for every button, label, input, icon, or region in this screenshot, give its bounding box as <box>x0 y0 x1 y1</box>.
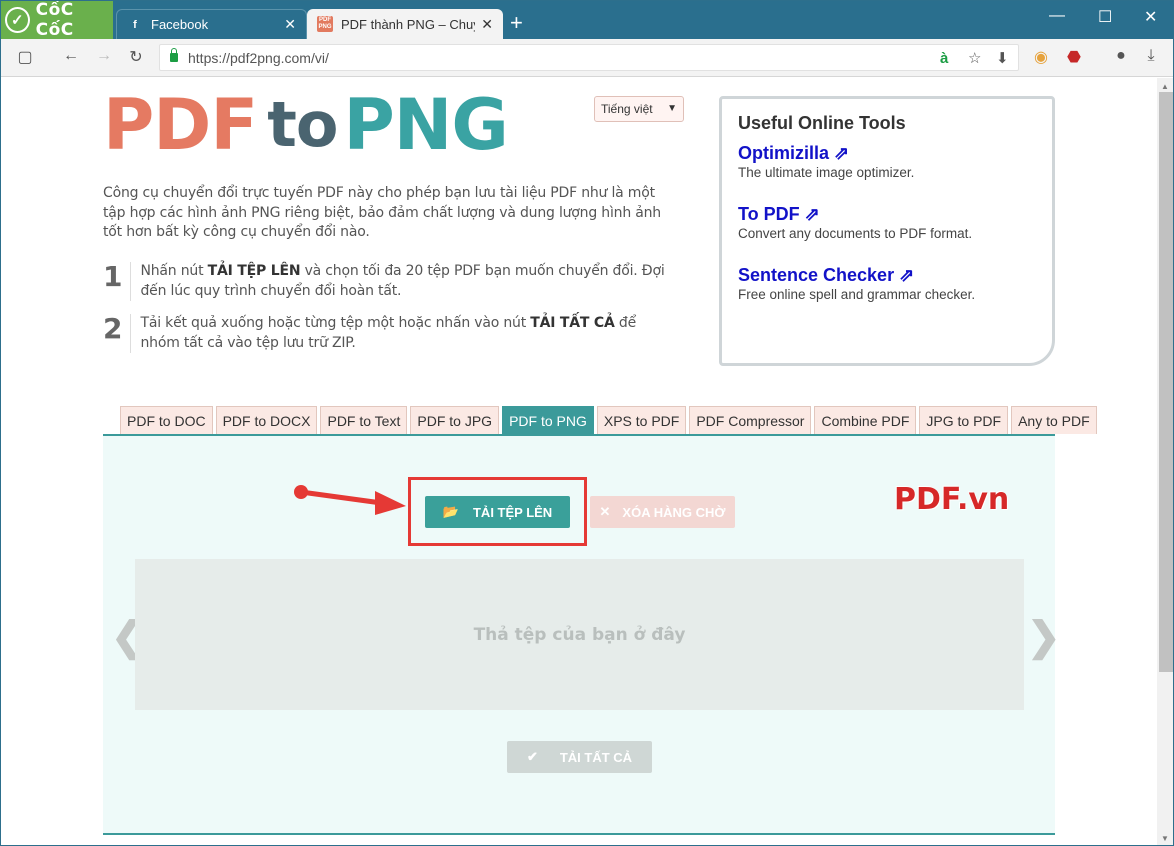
extension-icon[interactable]: ◉ <box>1031 47 1051 67</box>
browser-window: ✓ CốC CốC f Facebook ✕ PDF PNG PDF thành … <box>0 0 1174 846</box>
x-icon: ✕ <box>599 504 611 519</box>
tab-pdf-to-doc[interactable]: PDF to DOC <box>120 406 213 434</box>
close-icon[interactable]: ✕ <box>481 16 493 33</box>
close-icon[interactable]: ✕ <box>284 16 296 33</box>
tool-optimizilla: Optimizilla ⇗ The ultimate image optimiz… <box>738 142 1036 181</box>
language-value: Tiếng việt <box>601 102 653 116</box>
maximize-icon[interactable]: ☐ <box>1098 7 1112 27</box>
site-logo[interactable]: PDF to PNG <box>103 84 509 166</box>
step-text-bold: TẢI TỆP LÊN <box>207 263 301 279</box>
tab-facebook[interactable]: f Facebook ✕ <box>116 9 307 39</box>
step-text: Nhấn nút TẢI TỆP LÊN và chọn tối đa 20 t… <box>130 262 678 301</box>
scroll-down-icon[interactable]: ▼ <box>1161 834 1169 843</box>
tab-pdf-compressor[interactable]: PDF Compressor <box>689 406 812 434</box>
tab-jpg-to-pdf[interactable]: JPG to PDF <box>919 406 1009 434</box>
step-text: Tải kết quả xuống hoặc từng tệp một hoặc… <box>130 314 678 353</box>
chevron-down-icon: ▼ <box>667 103 677 114</box>
tool-sentence-checker: Sentence Checker ⇗ Free online spell and… <box>738 264 1036 303</box>
logo-png: PNG <box>343 84 508 166</box>
web-page: PDF to PNG Tiếng việt ▼ Công cụ chuyển đ… <box>1 78 1157 845</box>
chevron-right-icon[interactable]: ❯ <box>1027 614 1061 660</box>
tool-link[interactable]: To PDF ⇗ <box>738 203 1036 225</box>
tab-pdf-to-text[interactable]: PDF to Text <box>320 406 408 434</box>
tab-pdf-to-jpg[interactable]: PDF to JPG <box>410 406 500 434</box>
clear-queue-label: XÓA HÀNG CHỜ <box>622 504 726 520</box>
highlight-box <box>408 477 587 546</box>
profile-icon[interactable]: ● <box>1111 47 1131 65</box>
tool-to-pdf: To PDF ⇗ Convert any documents to PDF fo… <box>738 203 1036 242</box>
scroll-up-icon[interactable]: ▲ <box>1161 82 1169 91</box>
tab-title: Facebook <box>151 17 209 32</box>
download-page-icon[interactable]: ⬇ <box>996 45 1009 72</box>
converter-tabs: PDF to DOC PDF to DOCX PDF to Text PDF t… <box>120 406 1097 434</box>
address-bar[interactable]: https://pdf2png.com/vi/ à ☆ ⬇ <box>159 44 1019 71</box>
clear-queue-button[interactable]: ✕ XÓA HÀNG CHỜ <box>590 496 735 528</box>
step-text-part: Tải kết quả xuống hoặc từng tệp một hoặc… <box>140 315 531 331</box>
facebook-icon: f <box>133 18 137 31</box>
tab-combine-pdf[interactable]: Combine PDF <box>814 406 917 434</box>
reload-icon[interactable]: ↻ <box>126 47 146 67</box>
new-tab-icon[interactable]: + <box>510 11 523 35</box>
tool-link[interactable]: Sentence Checker ⇗ <box>738 264 1036 286</box>
tool-desc: Free online spell and grammar checker. <box>738 287 976 302</box>
logo-pdf: PDF <box>103 84 258 166</box>
tab-any-to-pdf[interactable]: Any to PDF <box>1011 406 1097 434</box>
scroll-thumb[interactable] <box>1159 92 1173 672</box>
browser-brand[interactable]: ✓ CốC CốC <box>1 0 113 40</box>
tools-title: Useful Online Tools <box>738 113 906 133</box>
star-icon[interactable]: ☆ <box>968 45 981 72</box>
step-2: 2 Tải kết quả xuống hoặc từng tệp một ho… <box>103 314 678 353</box>
panel-divider <box>103 833 1055 835</box>
coccoc-logo-icon: ✓ <box>5 7 30 33</box>
tool-desc: Convert any documents to PDF format. <box>738 226 973 241</box>
tab-title: PDF thành PNG – Chuyển <box>341 16 475 32</box>
useful-tools-box: Useful Online Tools Optimizilla ⇗ The ul… <box>719 96 1055 366</box>
adblock-icon[interactable]: ⬣ <box>1064 47 1084 67</box>
minimize-icon[interactable]: — <box>1049 7 1065 25</box>
pdf2png-icon: PDF PNG <box>317 16 333 32</box>
tab-xps-to-pdf[interactable]: XPS to PDF <box>596 406 687 434</box>
lock-icon <box>170 48 178 62</box>
step-text-bold: TẢI TẤT CẢ <box>530 315 615 331</box>
address-toolbar: ▢ ← → ↻ https://pdf2png.com/vi/ à ☆ ⬇ ◉ … <box>1 39 1173 77</box>
language-select[interactable]: Tiếng việt ▼ <box>594 96 684 122</box>
vietnamese-input-icon[interactable]: à <box>940 45 948 72</box>
download-all-label: TẢI TẤT CẢ <box>559 749 633 765</box>
sidebar-icon[interactable]: ▢ <box>15 47 35 67</box>
tab-pdf2png[interactable]: PDFPNG PDF thành PNG – Chuyển ✕ <box>307 9 503 39</box>
brand-name: CốC CốC <box>35 0 74 40</box>
logo-to: to <box>267 88 338 161</box>
file-dropzone[interactable]: Thả tệp của bạn ở đây <box>135 559 1024 710</box>
intro-text: Công cụ chuyển đổi trực tuyến PDF này ch… <box>103 185 661 240</box>
dropzone-text: Thả tệp của bạn ở đây <box>473 624 686 645</box>
tab-pdf-to-docx[interactable]: PDF to DOCX <box>215 406 318 434</box>
forward-icon[interactable]: → <box>94 47 114 65</box>
tool-desc: The ultimate image optimizer. <box>738 165 915 180</box>
tool-link[interactable]: Optimizilla ⇗ <box>738 142 1036 164</box>
back-icon[interactable]: ← <box>61 47 81 65</box>
step-number: 2 <box>103 312 123 345</box>
vertical-scrollbar[interactable]: ▲ ▼ <box>1157 78 1173 845</box>
tab-pdf-to-png[interactable]: PDF to PNG <box>502 406 594 434</box>
step-text-part: Nhấn nút <box>140 263 208 279</box>
check-icon: ✔ <box>526 749 538 764</box>
url-text: https://pdf2png.com/vi/ <box>188 49 329 66</box>
downloads-icon[interactable]: ⤓ <box>1141 47 1161 65</box>
step-1: 1 Nhấn nút TẢI TỆP LÊN và chọn tối đa 20… <box>103 262 678 301</box>
close-window-icon[interactable]: ✕ <box>1144 7 1157 27</box>
tab-bar: ✓ CốC CốC f Facebook ✕ PDF PNG PDF thành … <box>1 0 1173 40</box>
download-all-button[interactable]: ✔ TẢI TẤT CẢ <box>507 741 652 773</box>
arrow-annotation <box>294 485 406 515</box>
step-number: 1 <box>103 260 123 293</box>
watermark-text: PDF.vn <box>894 482 1010 517</box>
